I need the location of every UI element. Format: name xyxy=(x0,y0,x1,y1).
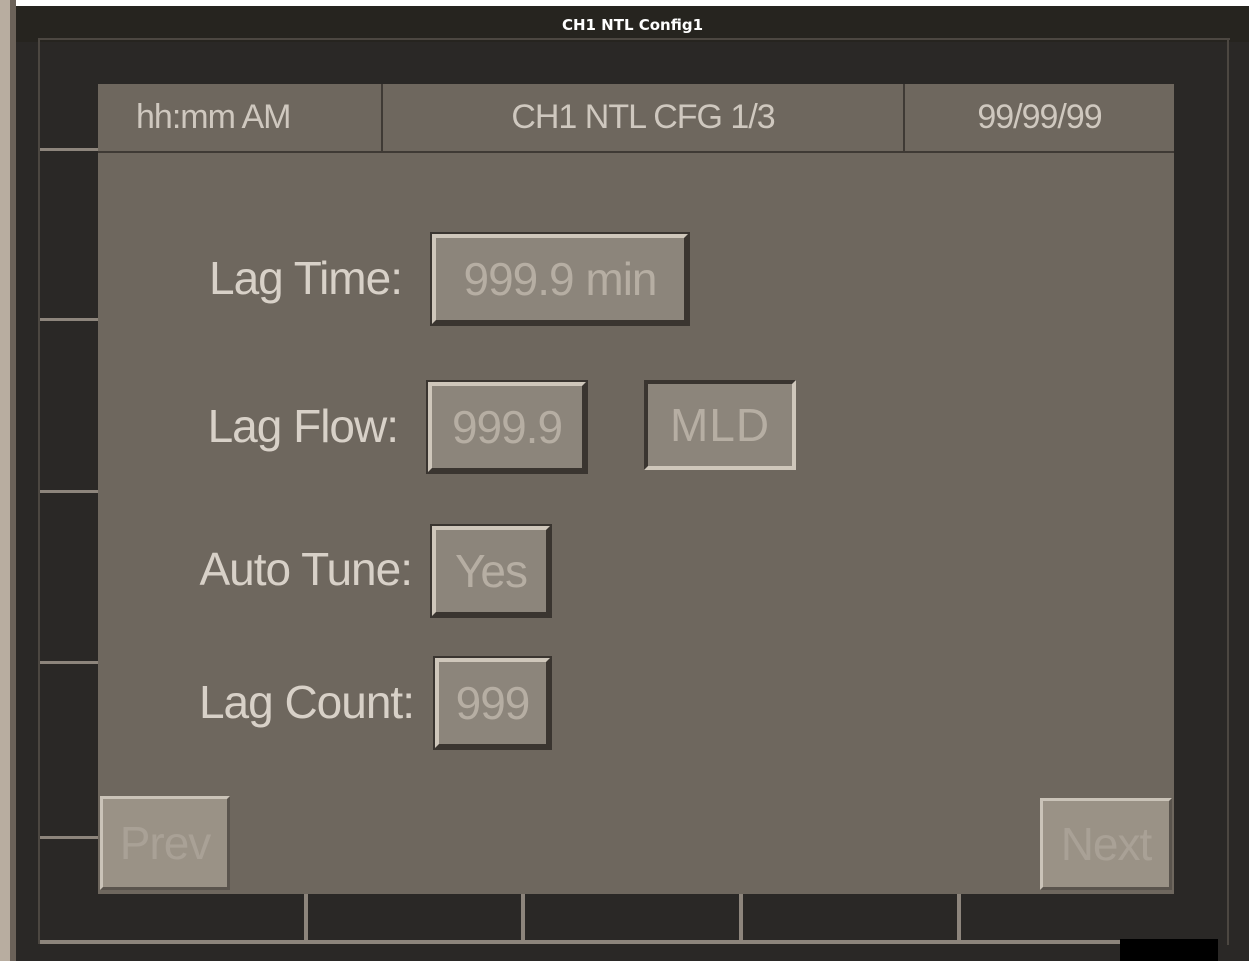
lag-count-field[interactable]: 999 xyxy=(433,656,552,750)
bezel-right-line xyxy=(1227,40,1229,945)
next-button[interactable]: Next xyxy=(1040,798,1172,890)
lag-flow-field[interactable]: 999.9 xyxy=(426,380,588,474)
header-screen-title: CH1 NTL CFG 1/3 xyxy=(511,98,775,136)
bottom-key-separator xyxy=(521,893,525,940)
side-key-separator xyxy=(40,661,98,664)
prev-button[interactable]: Prev xyxy=(100,796,230,890)
hmi-screen: CH1 NTL Config1 hh:mm AM CH1 NTL CFG 1/3… xyxy=(0,0,1249,961)
lag-count-label: Lag Count: xyxy=(198,676,415,728)
side-key-separator xyxy=(40,148,98,151)
window-title-bar[interactable]: CH1 NTL Config1 xyxy=(16,6,1249,42)
window-frame-left-inner xyxy=(10,0,16,961)
lag-flow-label: Lag Flow: xyxy=(207,400,399,452)
window-frame-left xyxy=(0,0,10,961)
display-panel: hh:mm AM CH1 NTL CFG 1/3 99/99/99 Lag Ti… xyxy=(98,84,1174,894)
side-key-separator xyxy=(40,836,98,839)
bottom-key-separator xyxy=(739,893,743,940)
side-key-separator xyxy=(40,490,98,493)
header-time: hh:mm AM xyxy=(136,98,291,136)
bezel-top-line xyxy=(40,38,1230,40)
window-title: CH1 NTL Config1 xyxy=(561,16,704,34)
bottom-key-separator xyxy=(304,893,308,940)
header-date: 99/99/99 xyxy=(977,98,1102,136)
lag-time-field[interactable]: 999.9 min xyxy=(430,232,690,326)
auto-tune-field[interactable]: Yes xyxy=(430,524,552,618)
lag-time-label: Lag Time: xyxy=(209,252,403,304)
corner-block xyxy=(1120,939,1218,961)
auto-tune-label: Auto Tune: xyxy=(199,543,414,595)
lag-flow-unit-button[interactable]: MLD xyxy=(644,380,796,470)
side-key-separator xyxy=(40,318,98,321)
header-bar: hh:mm AM CH1 NTL CFG 1/3 99/99/99 xyxy=(98,84,1174,153)
bottom-bezel-line xyxy=(40,940,1122,944)
bottom-key-separator xyxy=(957,893,961,940)
